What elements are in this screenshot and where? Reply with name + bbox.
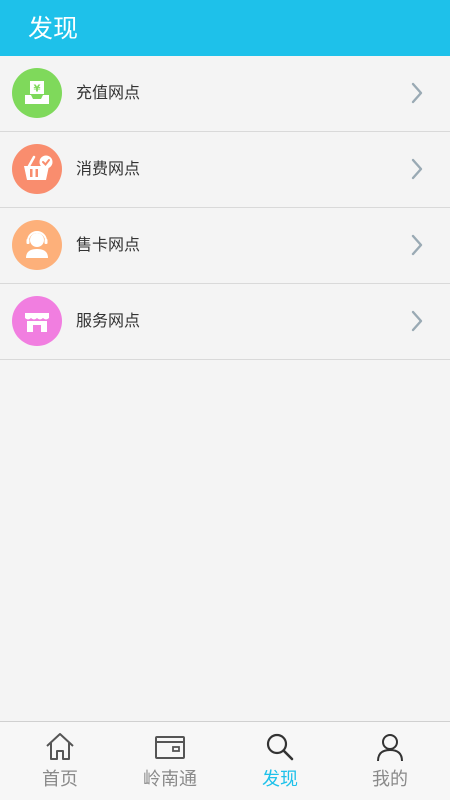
bottom-tab-bar: 首页 岭南通 发现 我的 (0, 721, 450, 800)
page-title: 发现 (28, 14, 79, 43)
list-item-label: 消费网点 (76, 159, 141, 178)
user-icon (377, 734, 403, 762)
list-item-label: 售卡网点 (76, 235, 141, 254)
tab-mine[interactable]: 我的 (334, 722, 446, 800)
discover-list: ¥ 充值网点 消费网点 售卡网点 服务网点 (0, 56, 450, 360)
svg-text:¥: ¥ (34, 84, 41, 95)
home-icon (46, 733, 74, 760)
tab-discover[interactable]: 发现 (224, 722, 336, 800)
header-bar: 发现 (0, 0, 450, 56)
agent-icon (12, 220, 62, 270)
list-item-label: 充值网点 (76, 83, 141, 102)
tab-home[interactable]: 首页 (4, 722, 116, 800)
tab-label: 我的 (372, 769, 408, 790)
chevron-right-icon (411, 310, 423, 332)
chevron-right-icon (411, 158, 423, 180)
list-item-recharge[interactable]: ¥ 充值网点 (0, 56, 450, 132)
store-icon (12, 296, 62, 346)
basket-icon (12, 144, 62, 194)
recharge-icon: ¥ (12, 68, 62, 118)
list-item-card-sales[interactable]: 售卡网点 (0, 208, 450, 284)
list-item-service[interactable]: 服务网点 (0, 284, 450, 360)
search-icon (266, 733, 294, 761)
tab-label: 岭南通 (143, 769, 197, 790)
tab-lingnantong[interactable]: 岭南通 (114, 722, 226, 800)
tab-label: 首页 (42, 769, 78, 790)
list-item-label: 服务网点 (76, 311, 141, 330)
chevron-right-icon (411, 82, 423, 104)
list-item-consume[interactable]: 消费网点 (0, 132, 450, 208)
app-root: 发现 ¥ 充值网点 消费网点 售卡网点 服务网点 首页 岭南通 发现 我的 (0, 0, 450, 800)
card-icon (155, 736, 185, 759)
chevron-right-icon (411, 234, 423, 256)
tab-label: 发现 (262, 769, 298, 790)
